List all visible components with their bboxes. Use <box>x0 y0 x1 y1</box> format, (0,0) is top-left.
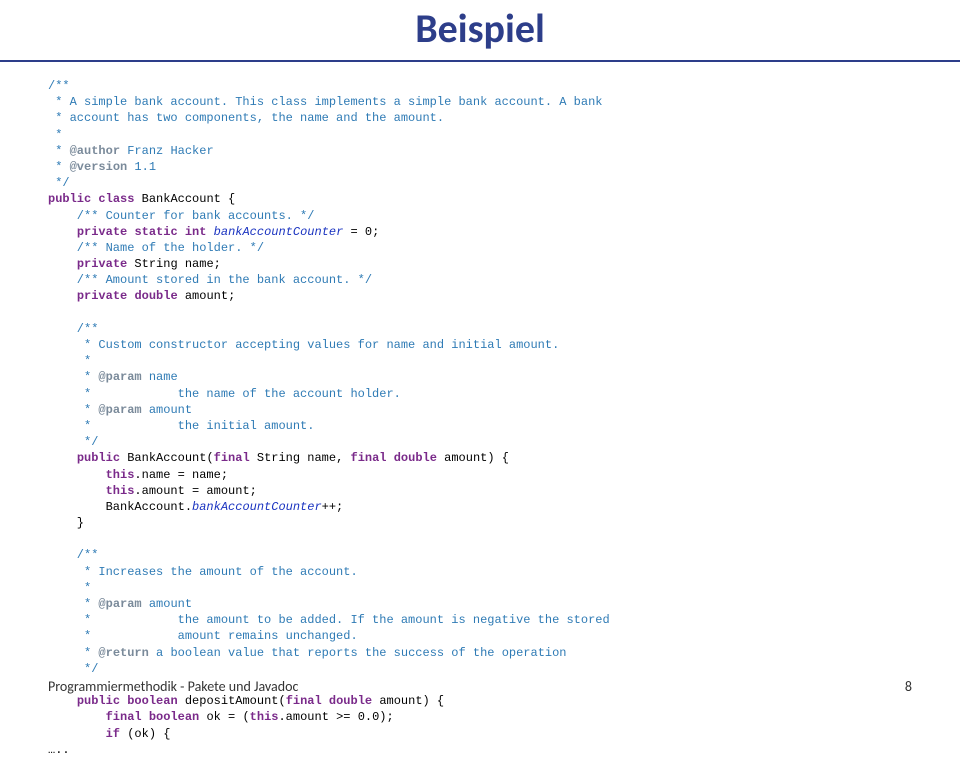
code-line: * Increases the amount of the account. <box>48 565 358 579</box>
code-line: /** Counter for bank accounts. */ <box>48 209 314 223</box>
footer-text: Programmiermethodik - Pakete und Javadoc <box>48 678 298 695</box>
code-line: /** Name of the holder. */ <box>48 241 264 255</box>
code-line: private String name; <box>48 257 221 271</box>
code-line: public BankAccount(final String name, fi… <box>48 451 509 465</box>
code-line: } <box>48 516 84 530</box>
code-line: */ <box>48 176 70 190</box>
code-line: this.amount = amount; <box>48 484 257 498</box>
code-line: if (ok) { <box>48 727 170 741</box>
code-line: public boolean depositAmount(final doubl… <box>48 694 444 708</box>
code-line: BankAccount.bankAccountCounter++; <box>48 500 343 514</box>
slide-title: Beispiel <box>0 4 960 53</box>
code-line: * the amount to be added. If the amount … <box>48 613 610 627</box>
code-line: * A simple bank account. This class impl… <box>48 95 603 109</box>
code-line: /** <box>48 79 70 93</box>
code-line: * the initial amount. <box>48 419 314 433</box>
code-example: /** * A simple bank account. This class … <box>0 62 960 758</box>
footer: Programmiermethodik - Pakete und Javadoc… <box>48 678 912 695</box>
code-line: public class BankAccount { <box>48 192 235 206</box>
code-line: /** <box>48 548 98 562</box>
code-line: * <box>48 128 62 142</box>
page-number: 8 <box>905 678 912 695</box>
code-line: this.name = name; <box>48 468 228 482</box>
code-line: private double amount; <box>48 289 235 303</box>
code-line: private static int bankAccountCounter = … <box>48 225 379 239</box>
code-line: * <box>48 581 91 595</box>
code-line: */ <box>48 662 98 676</box>
code-line: */ <box>48 435 98 449</box>
code-line: * @param name <box>48 370 178 384</box>
code-line: * <box>48 354 91 368</box>
code-line: * @param amount <box>48 403 192 417</box>
code-line: final boolean ok = (this.amount >= 0.0); <box>48 710 394 724</box>
code-line: /** <box>48 322 98 336</box>
code-line: * amount remains unchanged. <box>48 629 358 643</box>
code-line: * @version 1.1 <box>48 160 156 174</box>
code-line: * @return a boolean value that reports t… <box>48 646 567 660</box>
code-line: * @author Franz Hacker <box>48 144 214 158</box>
code-line: * the name of the account holder. <box>48 387 401 401</box>
code-line: ….. <box>48 743 84 757</box>
code-line: /** Amount stored in the bank account. *… <box>48 273 372 287</box>
code-line: * @param amount <box>48 597 192 611</box>
code-line: * account has two components, the name a… <box>48 111 444 125</box>
code-line: * Custom constructor accepting values fo… <box>48 338 559 352</box>
